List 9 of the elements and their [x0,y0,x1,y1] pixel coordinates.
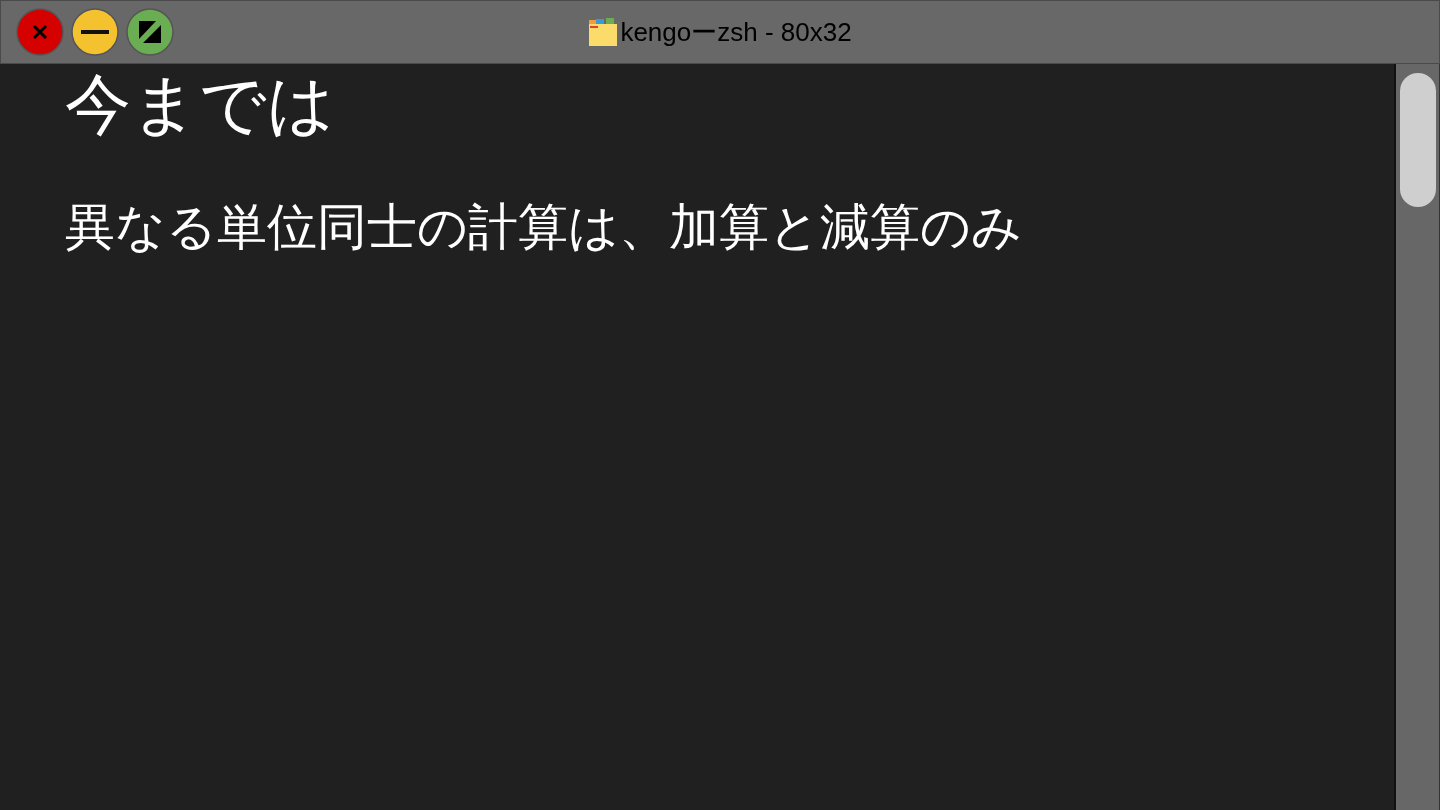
close-button[interactable] [16,8,64,56]
scrollbar-thumb[interactable] [1399,73,1436,207]
window-title: kengoーzsh - 80x32 [620,15,852,49]
minimize-button[interactable] [71,8,119,56]
slide-heading: 今までは [65,72,336,138]
folder-icon [588,17,619,47]
maximize-button[interactable] [126,8,174,56]
slide-text: 異なる単位同士の計算は、加算と減算のみ [65,202,1023,252]
scrollbar[interactable] [1394,64,1440,810]
